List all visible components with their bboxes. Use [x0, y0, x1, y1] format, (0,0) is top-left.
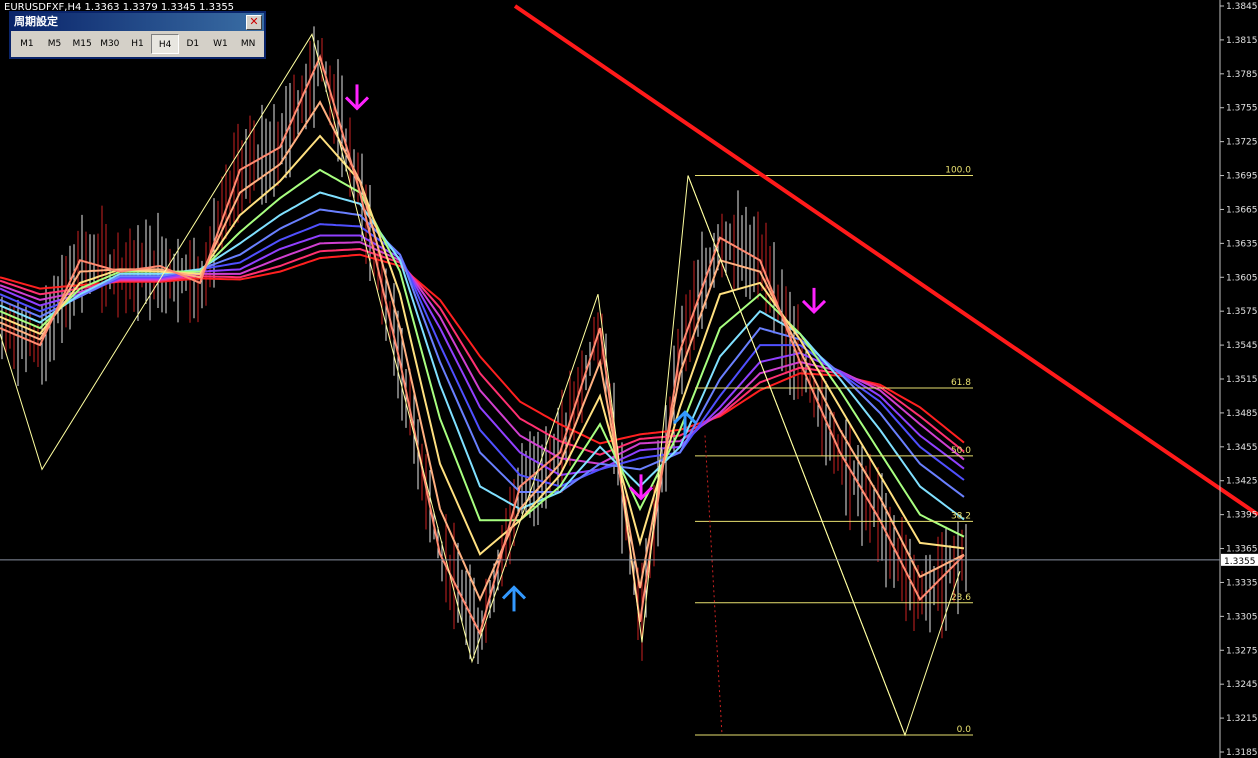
- price-chart[interactable]: 100.061.850.038.223.60.0 1.38451.38151.3…: [0, 0, 1258, 758]
- ma-line-5: [0, 208, 965, 498]
- period-settings-panel: 周期設定 ✕ M1 M5 M15 M30 H1 H4 D1 W1 MN: [9, 11, 266, 59]
- fib-level-label: 0.0: [957, 725, 972, 735]
- panel-title: 周期設定: [14, 15, 58, 28]
- timeframe-button-m1[interactable]: M1: [13, 34, 41, 54]
- axis-tick-label: 1.3575: [1226, 307, 1258, 317]
- axis-tick-label: 1.3215: [1226, 714, 1258, 724]
- timeframe-button-mn[interactable]: MN: [234, 34, 262, 54]
- fib-level-label: 38.2: [951, 511, 971, 521]
- sell-arrow-icon: [344, 84, 370, 111]
- ma-line-10: [0, 54, 965, 637]
- ma-ribbon-layer: [0, 54, 965, 637]
- ma-line-7: [0, 168, 965, 538]
- chart-window: 100.0 61.8 50.0 38.2 23.6 0.0 1.3845 1.3815 1.3…: [0, 0, 1258, 758]
- axis-tick-label: 1.3815: [1226, 36, 1258, 46]
- axis-tick-label: 1.3335: [1226, 578, 1258, 588]
- axis-tick-label: 1.3185: [1226, 748, 1258, 758]
- axis-tick-label: 1.3455: [1226, 443, 1258, 453]
- timeframe-button-w1[interactable]: W1: [207, 34, 235, 54]
- current-price-label: 1.3355: [1224, 557, 1256, 567]
- fib-anchor-line: [704, 435, 723, 736]
- signal-arrows-layer: [344, 84, 827, 612]
- axis-tick-label: 1.3755: [1226, 104, 1258, 114]
- fib-level-label: 23.6: [951, 593, 971, 603]
- axis-tick-label: 1.3545: [1226, 341, 1258, 351]
- axis-tick-label: 1.3845: [1226, 2, 1258, 12]
- axis-tick-label: 1.3275: [1226, 646, 1258, 656]
- axis-tick-label: 1.3605: [1226, 273, 1258, 283]
- sell-arrow-icon: [801, 287, 827, 315]
- timeframe-button-d1[interactable]: D1: [179, 34, 207, 54]
- axis-tick-label: 1.3785: [1226, 70, 1258, 80]
- timeframe-button-m15[interactable]: M15: [68, 34, 96, 54]
- axis-tick-label: 1.3425: [1226, 477, 1258, 487]
- timeframe-button-m5[interactable]: M5: [41, 34, 69, 54]
- fib-level-label: 61.8: [951, 378, 971, 388]
- panel-titlebar[interactable]: 周期設定 ✕: [11, 13, 264, 31]
- close-button[interactable]: ✕: [246, 15, 262, 30]
- timeframe-button-h1[interactable]: H1: [124, 34, 152, 54]
- axis-tick-label: 1.3725: [1226, 138, 1258, 148]
- axis-tick-label: 1.3245: [1226, 680, 1258, 690]
- zigzag-diagonal: [687, 175, 906, 736]
- timeframe-button-h4[interactable]: H4: [151, 34, 179, 54]
- timeframe-button-m30[interactable]: M30: [96, 34, 124, 54]
- axis-tick-label: 1.3695: [1226, 172, 1258, 182]
- axis-tick-label: 1.3635: [1226, 239, 1258, 249]
- ma-line-0: [0, 253, 965, 445]
- timeframe-buttons: M1 M5 M15 M30 H1 H4 D1 W1 MN: [11, 31, 264, 57]
- ma-line-9: [0, 100, 965, 602]
- axis-tick-label: 1.3365: [1226, 545, 1258, 555]
- ma-line-6: [0, 191, 965, 521]
- candles-layer: [1, 26, 967, 665]
- buy-arrow-icon: [501, 585, 527, 612]
- ma-line-8: [0, 134, 965, 556]
- axis-tick-label: 1.3665: [1226, 205, 1258, 215]
- axis-tick-label: 1.3485: [1226, 409, 1258, 419]
- price-axis: 1.3845 1.3815 1.3785 1.3755 1.3725 1.3695 1.36…: [0, 0, 1258, 758]
- axis-tick-label: 1.3305: [1226, 612, 1258, 622]
- axis-tick-label: 1.3515: [1226, 375, 1258, 385]
- axis-tick-label: 1.3395: [1226, 511, 1258, 521]
- fib-level-label: 100.0: [945, 166, 971, 176]
- fib-level-label: 50.0: [951, 446, 971, 456]
